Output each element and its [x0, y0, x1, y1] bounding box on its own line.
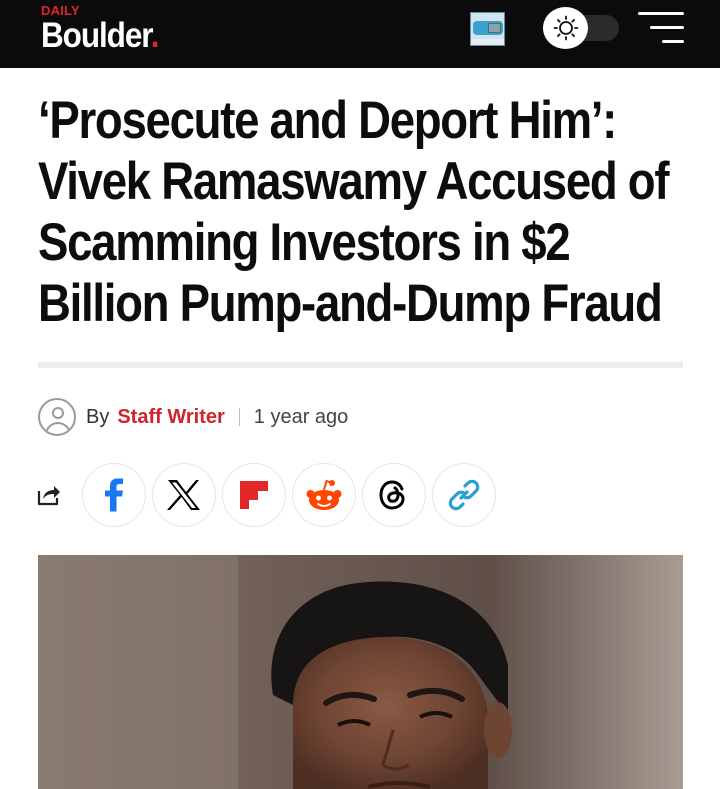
hamburger-menu-icon[interactable] [638, 12, 684, 44]
share-reddit-button[interactable] [292, 463, 356, 527]
publish-time: 1 year ago [253, 405, 349, 428]
x-icon [167, 480, 200, 510]
share-bar [36, 463, 502, 527]
share-threads-button[interactable] [362, 463, 426, 527]
author-link[interactable]: Staff Writer [117, 406, 224, 429]
share-facebook-button[interactable] [82, 463, 146, 527]
site-logo[interactable]: DAILY Boulder. [41, 4, 171, 54]
byline-by: By [86, 405, 110, 428]
sun-icon [543, 7, 588, 49]
article-title: ‘Prosecute and Deport Him’: Vivek Ramasw… [38, 91, 670, 333]
reddit-icon [306, 479, 342, 510]
facebook-icon [105, 478, 123, 512]
threads-icon [379, 480, 405, 510]
flipboard-icon [240, 481, 268, 509]
share-copy-link-button[interactable] [432, 463, 496, 527]
share-x-button[interactable] [152, 463, 216, 527]
link-icon [448, 479, 480, 511]
site-header: DAILY Boulder. [0, 0, 720, 68]
byline: By Staff Writer 1 year ago [38, 397, 348, 437]
byline-separator [238, 408, 240, 426]
logo-brand: Boulder. [41, 16, 159, 55]
theme-toggle[interactable] [543, 7, 621, 49]
author-avatar[interactable] [38, 398, 76, 436]
share-icon [36, 482, 62, 508]
title-divider [38, 362, 683, 368]
featured-image[interactable] [38, 555, 683, 789]
share-flipboard-button[interactable] [222, 463, 286, 527]
ad-thumbnail-icon[interactable] [470, 12, 505, 46]
